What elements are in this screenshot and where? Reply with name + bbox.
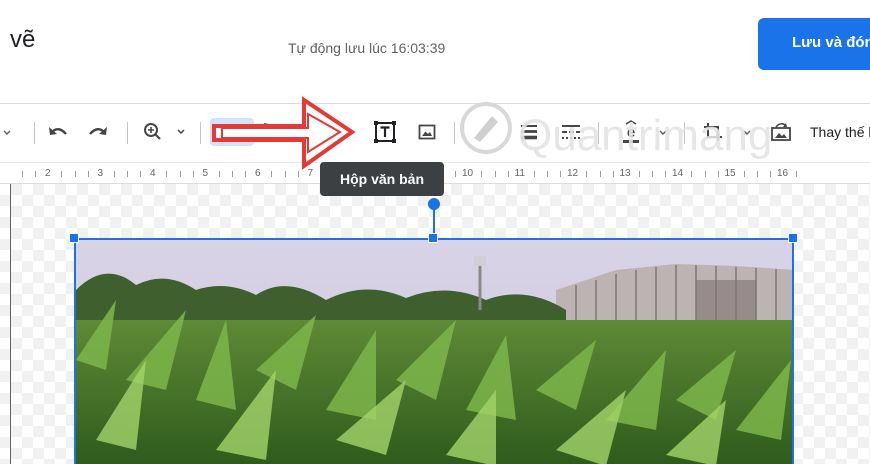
text-box-icon[interactable] bbox=[366, 118, 404, 146]
ruler-tick bbox=[717, 171, 719, 177]
header-bar: vẽ Tự động lưu lúc 16:03:39 Lưu và đóng bbox=[0, 0, 870, 104]
chevron-down-icon[interactable] bbox=[0, 118, 14, 146]
dashes-icon[interactable] bbox=[558, 118, 584, 146]
ruler-tick bbox=[35, 171, 36, 177]
resize-handle-top-left[interactable] bbox=[69, 233, 79, 243]
chevron-down-icon[interactable] bbox=[738, 118, 756, 146]
ruler-tick bbox=[533, 171, 535, 177]
ruler-tick bbox=[166, 171, 167, 177]
toolbar-divider bbox=[127, 122, 128, 144]
crop-icon[interactable] bbox=[698, 118, 728, 146]
font-color-icon[interactable]: e bbox=[616, 118, 646, 146]
ruler-tick bbox=[192, 171, 194, 177]
selected-image[interactable] bbox=[74, 238, 794, 464]
resize-handle-top[interactable] bbox=[428, 233, 438, 243]
ruler-tick bbox=[61, 171, 62, 177]
toolbar-divider bbox=[454, 122, 455, 144]
ruler-tick bbox=[652, 171, 653, 177]
redo-icon[interactable] bbox=[84, 118, 112, 146]
lines-icon[interactable] bbox=[516, 118, 542, 146]
zoom-icon[interactable] bbox=[140, 118, 188, 146]
undo-icon[interactable] bbox=[44, 118, 72, 146]
ruler-number: 13 bbox=[619, 168, 631, 179]
toolbar: e bbox=[0, 104, 870, 162]
pen-icon[interactable] bbox=[470, 118, 500, 146]
ruler-tick bbox=[757, 171, 758, 177]
ruler-tick bbox=[74, 171, 76, 177]
chevron-down-icon[interactable] bbox=[654, 118, 672, 146]
replace-image-button[interactable]: Thay thế hình ảnh bbox=[810, 124, 870, 140]
ruler-tick bbox=[113, 171, 115, 177]
ruler-tick bbox=[547, 171, 548, 177]
save-and-close-button[interactable]: Lưu và đóng bbox=[758, 18, 870, 70]
ruler-number: 3 bbox=[97, 168, 104, 179]
ruler-tick bbox=[560, 171, 561, 177]
toolbar-divider bbox=[200, 122, 201, 144]
ruler-tick bbox=[87, 171, 89, 177]
canvas-left-edge bbox=[10, 184, 11, 464]
toolbar-divider bbox=[598, 122, 599, 144]
ruler-tick bbox=[599, 171, 601, 177]
ruler-number: 15 bbox=[724, 168, 736, 179]
ruler-tick bbox=[665, 171, 666, 177]
ruler-tick bbox=[127, 171, 128, 177]
drawing-title[interactable]: vẽ bbox=[10, 26, 35, 54]
ruler-number: 12 bbox=[567, 168, 579, 179]
rotate-handle[interactable] bbox=[428, 198, 440, 210]
svg-text:e: e bbox=[627, 124, 635, 141]
tooltip: Hộp văn bản bbox=[320, 162, 444, 196]
ruler-tick bbox=[612, 171, 614, 177]
ruler-tick bbox=[507, 171, 509, 177]
ruler-tick bbox=[638, 171, 640, 177]
ruler-tick bbox=[586, 171, 587, 177]
ruler-tick bbox=[494, 171, 496, 177]
ruler-tick bbox=[691, 171, 692, 177]
resize-handle-top-right[interactable] bbox=[788, 233, 798, 243]
ruler-tick bbox=[481, 171, 482, 177]
ruler-tick bbox=[22, 171, 23, 177]
toolbar-divider bbox=[34, 122, 35, 144]
ruler-number: 11 bbox=[514, 168, 525, 179]
drawing-editor: vẽ Tự động lưu lúc 16:03:39 Lưu và đóng bbox=[0, 0, 870, 464]
ruler-tick bbox=[455, 171, 456, 177]
ruler-tick bbox=[140, 171, 141, 177]
ruler-tick bbox=[179, 171, 181, 177]
ruler-number: 10 bbox=[462, 168, 474, 179]
ruler-tick bbox=[704, 171, 706, 177]
ruler-tick bbox=[796, 171, 797, 177]
ruler-tick bbox=[743, 171, 745, 177]
ruler-number: 4 bbox=[150, 168, 156, 179]
autosave-status: Tự động lưu lúc 16:03:39 bbox=[288, 40, 446, 56]
image-icon[interactable] bbox=[414, 118, 440, 146]
ruler-number: 2 bbox=[45, 168, 51, 179]
ruler-number: 16 bbox=[777, 168, 789, 179]
ruler-number: 14 bbox=[672, 168, 684, 179]
ruler-tick bbox=[770, 171, 771, 177]
replace-image-icon[interactable] bbox=[766, 118, 796, 146]
toolbar-divider bbox=[684, 122, 685, 144]
